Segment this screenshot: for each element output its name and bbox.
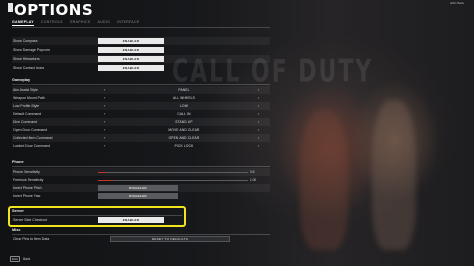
slider-value: 1.00 (250, 177, 257, 182)
slider-fill (98, 179, 113, 181)
setting-label: Dive Command (13, 119, 38, 124)
chevron-right-icon[interactable]: › (258, 87, 259, 93)
setting-row-weapon-mount-path[interactable]: Weapon Mount Path ‹ ALL WHEELS › (12, 94, 270, 102)
setting-label: Collected Item Command (13, 135, 53, 140)
select-value: MOVE AND CLEAR (168, 128, 200, 132)
select-value: STAND UP (175, 120, 193, 124)
chevron-right-icon[interactable]: › (258, 135, 259, 141)
chevron-right-icon[interactable]: › (258, 95, 259, 101)
tab-graphics[interactable]: GRAPHICS (70, 20, 91, 26)
toggle-button[interactable]: ENABLED (98, 47, 164, 53)
setting-row-show-contact-icons[interactable]: Show Contact Icons ENABLED (12, 64, 270, 72)
top-right-line-1: ESC Back (450, 1, 464, 5)
toggle-button[interactable]: DISABLED (98, 185, 178, 191)
back-label: Back (23, 257, 31, 261)
setting-label: Aim Assist Style (13, 87, 38, 92)
toggle-button[interactable]: DISABLED (98, 193, 178, 199)
setting-label: Freelook Sensitivity (13, 177, 44, 182)
chevron-right-icon[interactable]: › (258, 127, 259, 133)
setting-row-aim-assist-style[interactable]: Aim Assist Style ‹ PANEL › (12, 86, 270, 94)
chevron-left-icon[interactable]: ‹ (104, 87, 105, 93)
setting-row-freelook-sensitivity[interactable]: Freelook Sensitivity 1.00 (12, 176, 270, 184)
operator-figure-left (300, 110, 348, 250)
sensitivity-slider[interactable] (98, 179, 248, 181)
setting-label: Low Profile Style (13, 103, 40, 108)
select-value: OPEN AND CLEAR (168, 136, 200, 140)
top-right-info: ESC Back (450, 1, 464, 5)
chevron-left-icon[interactable]: ‹ (104, 135, 105, 141)
toggle-button[interactable]: ENABLED (98, 65, 164, 71)
reset-to-defaults-button[interactable]: RESET TO DEFAULTS (110, 236, 230, 242)
chevron-left-icon[interactable]: ‹ (104, 119, 105, 125)
select-value: PICK LOCK (174, 144, 194, 148)
select-value: ALL WHEELS (173, 96, 195, 100)
select-value: CALL IN (177, 112, 191, 116)
setting-label: Show Contact Icons (13, 65, 45, 70)
operator-figure-right (372, 100, 416, 250)
chevron-left-icon[interactable]: ‹ (104, 127, 105, 133)
setting-row-clear-pins[interactable]: Clear Pins to Item Data RESET TO DEFAULT… (12, 235, 270, 243)
setting-label: Locked Door Command (13, 143, 50, 148)
options-tabs: GAMEPLAY CONTROLS GRAPHICS AUDIO INTERFA… (12, 20, 139, 26)
footer-hint[interactable]: ESC Back (10, 256, 30, 262)
setting-label: Clear Pins to Item Data (13, 236, 50, 241)
tab-interface[interactable]: INTERFACE (117, 20, 139, 26)
setting-row-default-command[interactable]: Default Command ‹ CALL IN › (12, 110, 270, 118)
setting-label: Invert Phone Pitch (13, 185, 42, 190)
setting-label: Show Compass (13, 38, 38, 43)
setting-row-show-compass[interactable]: Show Compass ENABLED (12, 37, 270, 45)
section-divider (12, 166, 270, 167)
select-value: LOW (180, 104, 188, 108)
chevron-left-icon[interactable]: ‹ (104, 143, 105, 149)
setting-row-low-profile-style[interactable]: Low Profile Style ‹ LOW › (12, 102, 270, 110)
section-header-misc: Misc (12, 228, 21, 232)
section-header-phone: Phone (12, 160, 24, 164)
toggle-button[interactable]: ENABLED (98, 38, 164, 44)
escape-key-icon: ESC (10, 256, 21, 262)
setting-label: Weapon Mount Path (13, 95, 45, 100)
slider-value: 0.8 (250, 169, 255, 174)
tab-controls[interactable]: CONTROLS (41, 20, 63, 26)
setting-row-invert-phone-yaw[interactable]: Invert Phone Yaw DISABLED (12, 192, 270, 200)
setting-row-show-damage-popcorn[interactable]: Show Damage Popcorn ENABLED (12, 46, 270, 54)
setting-row-dive-command[interactable]: Dive Command ‹ STAND UP › (12, 118, 270, 126)
select-value: PANEL (178, 88, 190, 92)
section-divider (12, 84, 270, 85)
setting-row-phone-sensitivity[interactable]: Phone Sensitivity 0.8 (12, 168, 270, 176)
section-header-gameplay: Gameplay (12, 78, 31, 82)
toggle-button[interactable]: ENABLED (98, 56, 164, 62)
setting-label: Default Command (13, 111, 42, 116)
setting-row-collected-item-command[interactable]: Collected Item Command ‹ OPEN AND CLEAR … (12, 134, 270, 142)
options-screen: CALL OF DUTY OPTIONS ESC Back GAMEPLAY C… (0, 0, 474, 266)
setting-label: Open Door Command (13, 127, 48, 132)
setting-label: Invert Phone Yaw (13, 193, 41, 198)
highlight-box (8, 206, 186, 227)
sensitivity-slider[interactable] (98, 171, 248, 173)
game-logo-icon (8, 3, 13, 12)
slider-fill (98, 171, 106, 173)
chevron-right-icon[interactable]: › (258, 103, 259, 109)
chevron-left-icon[interactable]: ‹ (104, 111, 105, 117)
setting-row-open-door-command[interactable]: Open Door Command ‹ MOVE AND CLEAR › (12, 126, 270, 134)
setting-row-show-hitmarkers[interactable]: Show Hitmarkers ENABLED (12, 55, 270, 63)
setting-row-invert-phone-pitch[interactable]: Invert Phone Pitch DISABLED (12, 184, 270, 192)
setting-row-locked-door-command[interactable]: Locked Door Command ‹ PICK LOCK › (12, 142, 270, 150)
chevron-right-icon[interactable]: › (258, 119, 259, 125)
chevron-right-icon[interactable]: › (258, 143, 259, 149)
setting-label: Phone Sensitivity (13, 169, 40, 174)
chevron-left-icon[interactable]: ‹ (104, 95, 105, 101)
chevron-right-icon[interactable]: › (258, 111, 259, 117)
tab-audio[interactable]: AUDIO (97, 20, 110, 26)
page-title: OPTIONS (14, 1, 94, 19)
tab-gameplay[interactable]: GAMEPLAY (12, 20, 34, 26)
chevron-left-icon[interactable]: ‹ (104, 103, 105, 109)
setting-label: Show Damage Popcorn (13, 47, 50, 52)
tab-divider (12, 27, 270, 28)
setting-label: Show Hitmarkers (13, 56, 40, 61)
